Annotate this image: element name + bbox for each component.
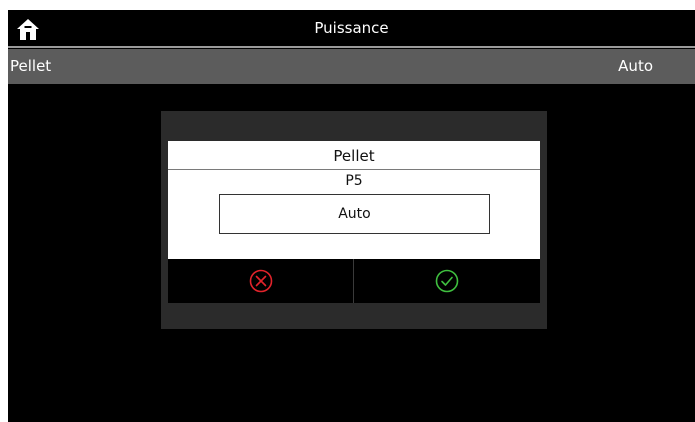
parameter-row[interactable]: Pellet Auto	[8, 49, 695, 84]
dialog-body: P5 Auto	[168, 170, 540, 259]
parameter-label: Pellet	[10, 57, 52, 75]
confirm-icon	[435, 269, 459, 293]
cancel-button[interactable]	[168, 259, 353, 303]
cancel-icon	[249, 269, 272, 293]
parameter-code: P5	[345, 173, 363, 189]
dialog-buttons	[168, 259, 540, 303]
dialog-title: Pellet	[168, 141, 540, 170]
top-bar: Puissance	[8, 10, 695, 46]
edit-dialog: Pellet P5 Auto	[161, 111, 547, 329]
parameter-value: Auto	[618, 57, 653, 75]
confirm-button[interactable]	[354, 259, 540, 303]
header-divider	[8, 46, 695, 48]
screen: Puissance Pellet Auto Pellet P5 Auto	[8, 10, 695, 422]
page-title: Puissance	[314, 19, 389, 37]
value-selector[interactable]: Auto	[219, 194, 490, 234]
